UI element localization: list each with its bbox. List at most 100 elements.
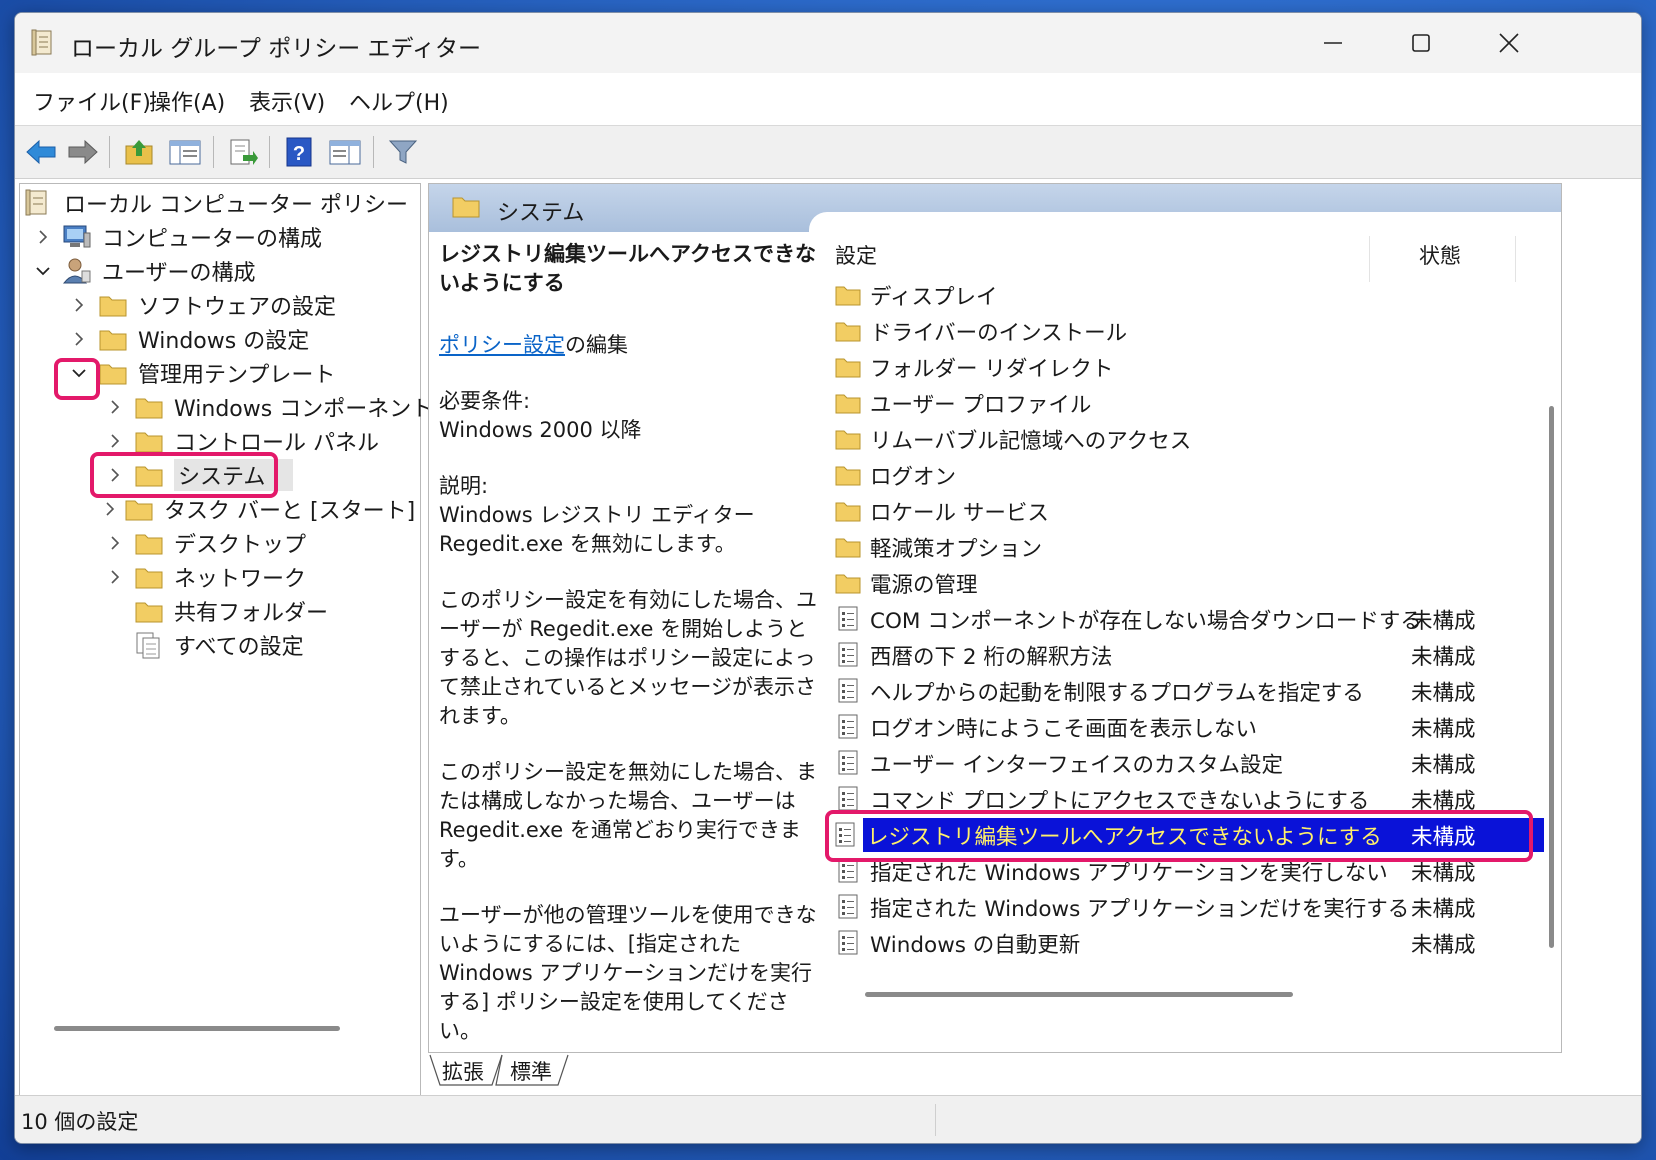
tree-horizontal-scrollbar[interactable] xyxy=(54,1026,340,1031)
filter-button[interactable] xyxy=(383,134,423,170)
policy-setting-icon xyxy=(834,785,862,813)
list-item-setting[interactable]: ヘルプからの起動を制限するプログラムを指定する 未構成 xyxy=(834,674,1544,708)
list-item-setting[interactable]: 西暦の下 2 桁の解釈方法 未構成 xyxy=(834,638,1544,672)
console-tree: ローカル コンピューター ポリシー コンピューターの構成 ユーザーの構成 ソフト… xyxy=(19,183,433,1105)
gpedit-window: ローカル グループ ポリシー エディター ファイル(F) 操作(A) 表示(V)… xyxy=(14,12,1642,1144)
menu-action[interactable]: 操作(A) xyxy=(149,85,225,117)
requirements-value: Windows 2000 以降 xyxy=(439,418,642,442)
list-item-setting[interactable]: 指定された Windows アプリケーションだけを実行する 未構成 xyxy=(834,890,1544,924)
folder-icon xyxy=(834,389,862,417)
back-button[interactable] xyxy=(21,134,61,170)
policy-setting-icon xyxy=(834,713,862,741)
folder-icon xyxy=(834,353,862,381)
column-header-setting[interactable]: 設定 xyxy=(835,240,877,270)
folder-icon xyxy=(834,461,862,489)
export-list-button[interactable] xyxy=(223,134,263,170)
close-button[interactable] xyxy=(1465,13,1553,73)
chevron-right-icon[interactable] xyxy=(104,560,126,594)
list-item-folder[interactable]: ロケール サービス xyxy=(834,494,1544,528)
status-bar: 10 個の設定 xyxy=(15,1095,1641,1143)
details-header-title: システム xyxy=(497,201,585,226)
description-text: Windows レジストリ エディター Regedit.exe を無効にします。 xyxy=(439,503,755,556)
list-item-setting[interactable]: COM コンポーネントが存在しない場合ダウンロードする 未構成 xyxy=(834,602,1544,636)
highlight-expand-admin-templates xyxy=(54,358,100,400)
list-item-folder[interactable]: ディスプレイ xyxy=(834,278,1544,312)
folder-icon xyxy=(834,425,862,453)
console-tree-icon xyxy=(169,140,201,165)
filter-funnel-icon xyxy=(388,140,418,164)
help-button[interactable]: ? xyxy=(279,134,319,170)
list-item-folder[interactable]: リムーバブル記憶域へのアクセス xyxy=(834,422,1544,456)
properties-view-button[interactable] xyxy=(325,134,365,170)
tree-item-windows-components[interactable]: Windows コンポーネント xyxy=(104,390,433,424)
export-list-icon xyxy=(230,139,258,165)
column-header-state[interactable]: 状態 xyxy=(1419,240,1461,270)
svg-text:?: ? xyxy=(293,143,305,165)
help-question-icon: ? xyxy=(286,137,312,167)
tree-item-all-settings[interactable]: すべての設定 xyxy=(126,628,304,662)
back-arrow-icon xyxy=(26,139,56,165)
tree-item-desktop[interactable]: デスクトップ xyxy=(104,526,306,560)
folder-icon xyxy=(134,529,164,557)
tree-item-network[interactable]: ネットワーク xyxy=(104,560,306,594)
menu-bar: ファイル(F) 操作(A) 表示(V) ヘルプ(H) xyxy=(15,73,1641,126)
chevron-right-icon[interactable] xyxy=(104,390,126,424)
description-paragraph-2: このポリシー設定を無効にした場合、または構成しなかった場合、ユーザーは Rege… xyxy=(439,760,817,871)
edit-policy-link[interactable]: ポリシー設定 xyxy=(439,333,565,357)
list-item-folder[interactable]: ログオン xyxy=(834,458,1544,492)
list-horizontal-scrollbar[interactable] xyxy=(865,992,1293,997)
highlight-system-item xyxy=(90,452,278,498)
menu-help[interactable]: ヘルプ(H) xyxy=(349,85,449,117)
policy-setting-icon xyxy=(834,605,862,633)
show-hide-tree-button[interactable] xyxy=(165,134,205,170)
minimize-icon xyxy=(1324,42,1342,44)
list-item-folder[interactable]: 電源の管理 xyxy=(834,566,1544,600)
toolbar: ? xyxy=(15,126,1641,179)
computer-icon xyxy=(62,223,92,251)
chevron-right-icon[interactable] xyxy=(32,220,54,254)
tree-item-software-settings[interactable]: ソフトウェアの設定 xyxy=(68,288,336,322)
maximize-icon xyxy=(1412,34,1430,52)
minimize-button[interactable] xyxy=(1289,13,1377,73)
tree-item-admin-templates[interactable]: 管理用テンプレート xyxy=(68,356,335,390)
menu-file[interactable]: ファイル(F) xyxy=(33,85,151,117)
list-item-setting[interactable]: ユーザー インターフェイスのカスタム設定 未構成 xyxy=(834,746,1544,780)
list-item-folder[interactable]: 軽減策オプション xyxy=(834,530,1544,564)
folder-icon xyxy=(98,325,128,353)
tab-standard[interactable]: 標準 xyxy=(510,1056,552,1086)
folder-icon xyxy=(134,393,164,421)
list-item-folder[interactable]: ユーザー プロファイル xyxy=(834,386,1544,420)
tree-item-windows-settings[interactable]: Windows の設定 xyxy=(68,322,309,356)
edit-policy-line: ポリシー設定の編集 xyxy=(439,333,628,357)
chevron-right-icon[interactable] xyxy=(68,288,90,322)
list-item-setting[interactable]: ログオン時にようこそ画面を表示しない 未構成 xyxy=(834,710,1544,744)
tab-extended[interactable]: 拡張 xyxy=(442,1056,484,1086)
up-level-button[interactable] xyxy=(119,134,159,170)
folder-icon xyxy=(834,317,862,345)
forward-button[interactable] xyxy=(63,134,103,170)
highlight-selected-setting xyxy=(825,810,1533,862)
list-vertical-scrollbar[interactable] xyxy=(1549,406,1554,948)
tree-item-computer-config[interactable]: コンピューターの構成 xyxy=(32,220,322,254)
list-item-folder[interactable]: ドライバーのインストール xyxy=(834,314,1544,348)
description-label: 説明: xyxy=(439,474,489,498)
folder-icon xyxy=(834,281,862,309)
folder-icon xyxy=(134,563,164,591)
tree-item-local-computer-policy[interactable]: ローカル コンピューター ポリシー xyxy=(24,186,408,220)
maximize-button[interactable] xyxy=(1377,13,1465,73)
policy-setting-icon xyxy=(834,893,862,921)
tree-item-shared-folders[interactable]: 共有フォルダー xyxy=(126,594,328,628)
chevron-right-icon[interactable] xyxy=(104,526,126,560)
policy-setting-icon xyxy=(834,677,862,705)
list-item-setting[interactable]: Windows の自動更新 未構成 xyxy=(834,926,1544,960)
folder-icon xyxy=(834,569,862,597)
list-item-folder[interactable]: フォルダー リダイレクト xyxy=(834,350,1544,384)
chevron-right-icon[interactable] xyxy=(68,322,90,356)
tree-item-user-config[interactable]: ユーザーの構成 xyxy=(32,254,256,288)
details-pane: システム レジストリ編集ツールへアクセスできないようにする ポリシー設定の編集 … xyxy=(428,183,1562,1053)
chevron-down-icon[interactable] xyxy=(32,254,54,288)
folder-icon xyxy=(134,427,164,455)
policy-editor-app-icon xyxy=(31,29,55,57)
menu-view[interactable]: 表示(V) xyxy=(249,85,325,117)
folder-icon xyxy=(98,291,128,319)
